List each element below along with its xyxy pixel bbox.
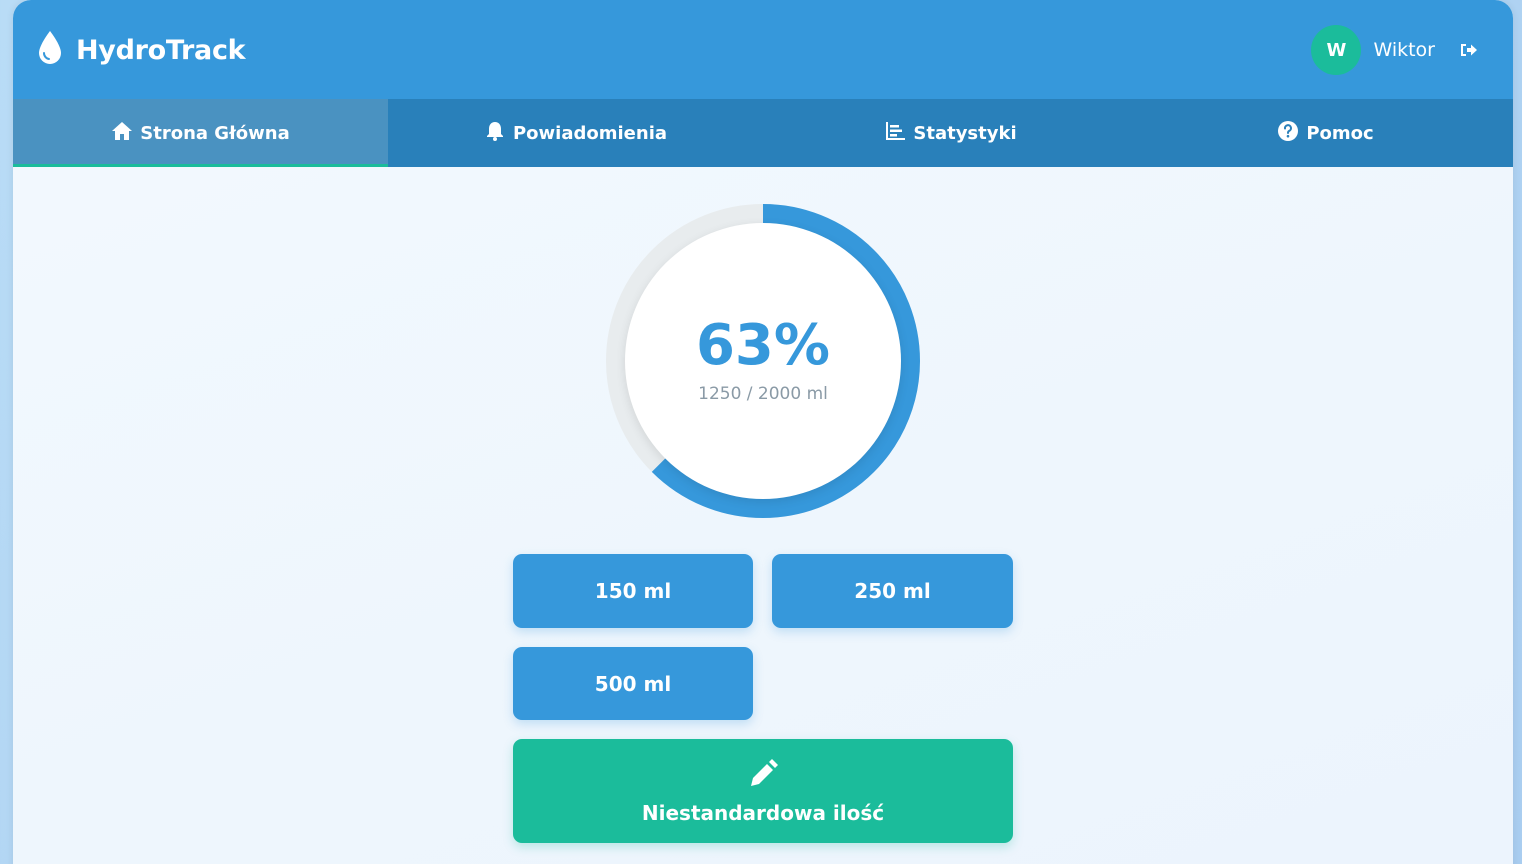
pencil-icon — [747, 758, 779, 801]
tab-notifications-label: Powiadomienia — [512, 122, 668, 144]
chart-icon — [884, 120, 913, 147]
add-150ml-button[interactable]: 150 ml — [513, 554, 753, 628]
bell-icon — [484, 120, 513, 147]
header: HydroTrack W Wiktor — [13, 0, 1513, 99]
user-menu: W Wiktor — [1311, 25, 1479, 75]
progress-summary: 63% 1250 / 2000 ml — [625, 223, 901, 499]
app-window: HydroTrack W Wiktor Strona Główna Powiad… — [13, 0, 1513, 864]
app-title: HydroTrack — [76, 34, 246, 66]
add-500ml-button[interactable]: 500 ml — [513, 647, 753, 720]
tab-statistics[interactable]: Statystyki — [763, 99, 1138, 167]
progress-ring: 63% 1250 / 2000 ml — [605, 203, 921, 519]
main-nav: Strona Główna Powiadomienia Statystyki P… — [13, 99, 1513, 167]
tab-notifications[interactable]: Powiadomienia — [388, 99, 763, 167]
progress-amount: 1250 / 2000 ml — [698, 383, 828, 404]
custom-amount-button[interactable]: Niestandardowa ilość — [513, 739, 1013, 843]
tab-help[interactable]: Pomoc — [1138, 99, 1513, 167]
progress-percent: 63% — [695, 312, 831, 378]
tab-home[interactable]: Strona Główna — [13, 99, 388, 167]
water-drop-icon — [37, 30, 63, 70]
tab-statistics-label: Statystyki — [913, 122, 1017, 144]
avatar[interactable]: W — [1311, 25, 1362, 75]
brand[interactable]: HydroTrack — [37, 30, 246, 70]
question-circle-icon — [1277, 120, 1306, 147]
tab-help-label: Pomoc — [1306, 122, 1374, 144]
home-icon — [111, 120, 140, 147]
logout-icon[interactable] — [1459, 41, 1479, 59]
add-250ml-button[interactable]: 250 ml — [772, 554, 1013, 628]
username[interactable]: Wiktor — [1373, 39, 1435, 61]
tab-home-label: Strona Główna — [140, 122, 290, 144]
custom-amount-label: Niestandardowa ilość — [641, 800, 885, 825]
